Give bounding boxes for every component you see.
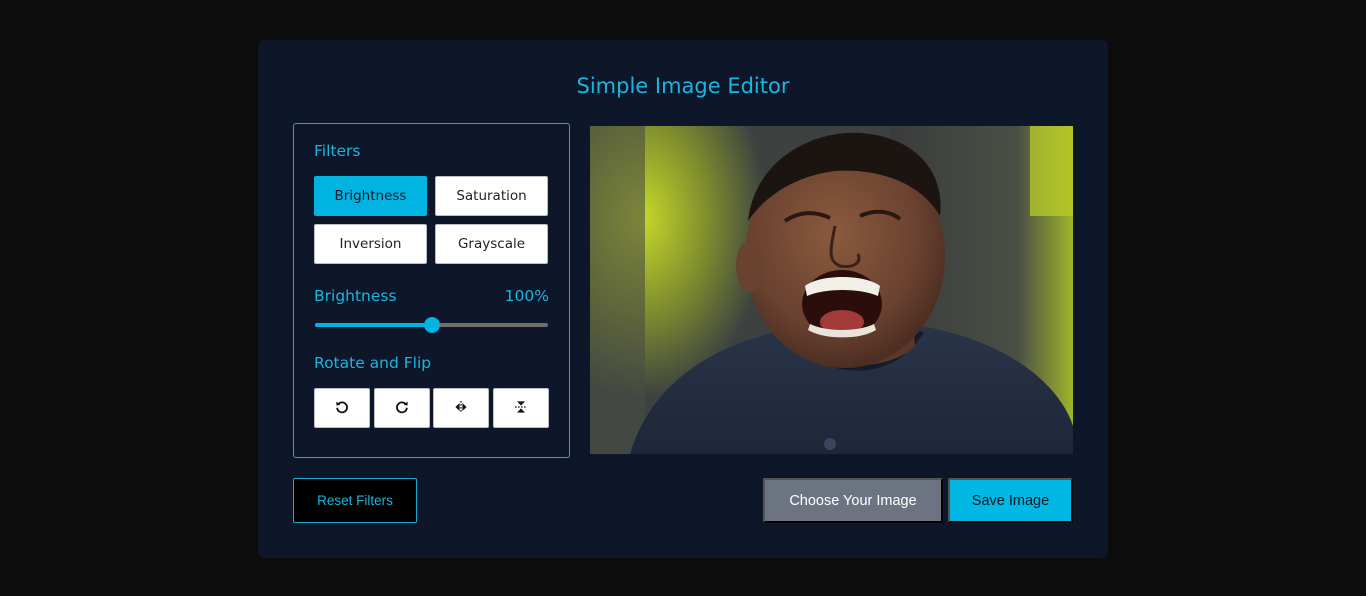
rotate-left-button[interactable] [314, 388, 370, 428]
flip-vertical-button[interactable] [493, 388, 549, 428]
save-image-button[interactable]: Save Image [948, 478, 1073, 523]
page-title: Simple Image Editor [576, 74, 790, 98]
rotate-flip-heading: Rotate and Flip [314, 354, 432, 372]
rotate-right-button[interactable] [374, 388, 430, 428]
editor-card: Simple Image Editor Filters Brightness S… [258, 40, 1108, 558]
slider-fill [315, 323, 432, 327]
reset-filters-button[interactable]: Reset Filters [293, 478, 417, 523]
filter-value-label: 100% [504, 287, 549, 305]
preview-photo [590, 126, 1073, 454]
flip-vertical-icon [513, 399, 529, 418]
rotate-right-icon [394, 399, 410, 418]
image-preview [590, 126, 1073, 454]
filter-brightness-button[interactable]: Brightness [314, 176, 427, 216]
filter-grayscale-button[interactable]: Grayscale [435, 224, 548, 264]
choose-image-button[interactable]: Choose Your Image [763, 478, 943, 523]
filter-name-label: Brightness [314, 287, 397, 305]
filter-slider[interactable] [315, 317, 548, 333]
slider-thumb[interactable] [423, 317, 440, 333]
flip-horizontal-button[interactable] [433, 388, 489, 428]
filters-heading: Filters [314, 142, 361, 160]
filter-inversion-button[interactable]: Inversion [314, 224, 427, 264]
controls-panel: Filters Brightness Saturation Inversion … [293, 123, 570, 458]
flip-horizontal-icon [453, 399, 469, 418]
filter-saturation-button[interactable]: Saturation [435, 176, 548, 216]
rotate-left-icon [334, 399, 350, 418]
